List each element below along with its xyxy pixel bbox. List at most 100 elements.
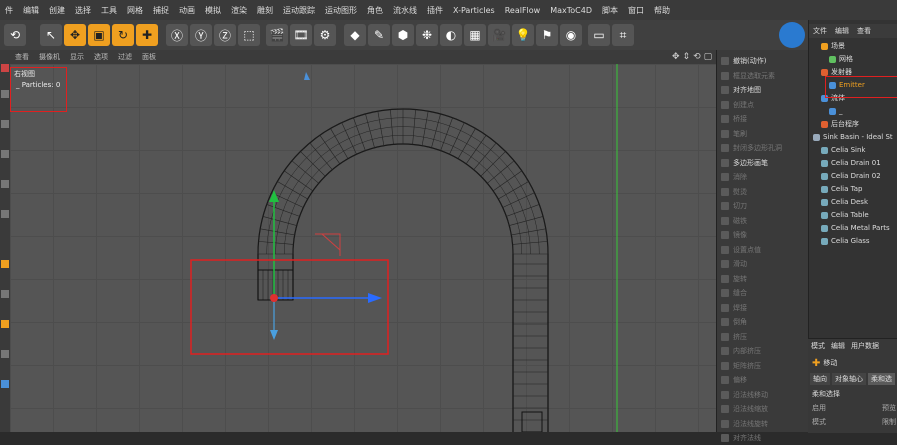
menu-item[interactable]: 创建 xyxy=(44,5,70,16)
menu-item[interactable]: 编辑 xyxy=(18,5,44,16)
menu-item[interactable]: 脚本 xyxy=(597,5,623,16)
object-list-item[interactable]: Celia Metal Parts xyxy=(821,222,890,234)
xp-system-icon[interactable]: ◉ xyxy=(560,24,582,46)
object-list-item[interactable]: Celia Glass xyxy=(821,235,870,247)
attribute-tab[interactable]: 轴向 xyxy=(810,373,830,385)
menu-item[interactable]: 插件 xyxy=(422,5,448,16)
command-item[interactable]: 焊接 xyxy=(721,301,747,315)
snap-icon[interactable] xyxy=(1,260,9,268)
object-menu-item[interactable]: 编辑 xyxy=(831,26,853,36)
command-item[interactable]: 框显选取元素 xyxy=(721,69,775,83)
command-item[interactable]: 沿法线移动 xyxy=(721,388,768,402)
coordinate-system-icon[interactable]: ⬚ xyxy=(238,24,260,46)
menu-item[interactable]: 选择 xyxy=(70,5,96,16)
attribute-field[interactable]: 模式 限制 xyxy=(812,417,896,429)
command-item[interactable]: 滑动 xyxy=(721,257,747,271)
edge-mode-icon[interactable] xyxy=(1,180,9,188)
object-list-item[interactable]: _ xyxy=(829,105,843,117)
menu-item[interactable]: 工具 xyxy=(96,5,122,16)
orbit-icon[interactable]: ⟲ xyxy=(693,52,701,62)
render-picture-viewer-icon[interactable]: 🎞 xyxy=(290,24,312,46)
array-icon[interactable]: ❉ xyxy=(416,24,438,46)
light-icon[interactable]: 💡 xyxy=(512,24,534,46)
object-menu-item[interactable]: 查看 xyxy=(853,26,875,36)
attribute-tab[interactable]: 对象轴心 xyxy=(832,373,866,385)
add-tool-icon[interactable]: ✚ xyxy=(136,24,158,46)
emitter-gizmo[interactable] xyxy=(315,233,341,256)
viewport-menu-item[interactable]: 查看 xyxy=(10,52,34,62)
command-item[interactable]: 消除 xyxy=(721,170,747,184)
model-mode-icon[interactable] xyxy=(1,90,9,98)
menu-item[interactable]: 渲染 xyxy=(226,5,252,16)
command-item[interactable]: 偏移 xyxy=(721,373,747,387)
command-item[interactable]: 对齐法线 xyxy=(721,431,761,445)
attribute-field-value[interactable]: 预览 xyxy=(882,403,896,415)
select-arrow-icon[interactable]: ↖ xyxy=(40,24,62,46)
dolly-icon[interactable]: ⇕ xyxy=(683,52,691,62)
command-item[interactable]: 设置点值 xyxy=(721,243,761,257)
floor-icon[interactable]: ▦ xyxy=(464,24,486,46)
make-editable-icon[interactable] xyxy=(1,64,9,72)
viewport-menu-item[interactable]: 选项 xyxy=(89,52,113,62)
menu-item[interactable]: 模拟 xyxy=(200,5,226,16)
texture-mode-icon[interactable] xyxy=(1,120,9,128)
move-tool-icon[interactable]: ✥ xyxy=(64,24,86,46)
rotate-tool-icon[interactable]: ↻ xyxy=(112,24,134,46)
command-item[interactable]: 倒角 xyxy=(721,315,747,329)
menu-item[interactable]: 角色 xyxy=(362,5,388,16)
object-list-item[interactable]: Celia Table xyxy=(821,209,869,221)
y-axis-lock-icon[interactable]: Ⓨ xyxy=(190,24,212,46)
attribute-tab[interactable]: 柔和选 xyxy=(868,373,895,385)
viewport-menu-item[interactable]: 摄像机 xyxy=(34,52,65,62)
menu-item[interactable]: 窗口 xyxy=(623,5,649,16)
sculpt-icon[interactable] xyxy=(1,380,9,388)
pen-spline-icon[interactable]: ✎ xyxy=(368,24,390,46)
object-list-item[interactable]: Celia Desk xyxy=(821,196,868,208)
layer-icon[interactable]: ▭ xyxy=(588,24,610,46)
attribute-menu-item[interactable]: 用户数据 xyxy=(848,341,882,353)
point-mode-icon[interactable] xyxy=(1,150,9,158)
render-settings-icon[interactable]: ⚙ xyxy=(314,24,336,46)
menu-item[interactable]: 网格 xyxy=(122,5,148,16)
command-item[interactable]: 多边形画笔 xyxy=(721,156,768,170)
command-item[interactable]: 封闭多边形孔洞 xyxy=(721,141,782,155)
object-menu-item[interactable]: 文件 xyxy=(809,26,831,36)
command-item[interactable]: 笔刷 xyxy=(721,127,747,141)
workplane-icon[interactable] xyxy=(1,290,9,298)
object-list-item[interactable]: 场景 xyxy=(821,40,845,52)
command-item[interactable]: 切刀 xyxy=(721,199,747,213)
command-item[interactable]: 撤销(动作) xyxy=(721,54,766,68)
x-axis-arrow[interactable] xyxy=(270,330,278,340)
command-item[interactable]: 桥接 xyxy=(721,112,747,126)
object-list-item[interactable]: Sink Basin - Ideal St xyxy=(813,131,893,143)
attribute-field-value[interactable]: 限制 xyxy=(882,417,896,429)
polygon-mode-icon[interactable] xyxy=(1,210,9,218)
viewport-menu-item[interactable]: 过滤 xyxy=(113,52,137,62)
command-item[interactable]: 挤压 xyxy=(721,330,747,344)
menu-item[interactable]: 流水线 xyxy=(388,5,422,16)
command-item[interactable]: 熨烫 xyxy=(721,185,747,199)
command-item[interactable]: 内部挤压 xyxy=(721,344,761,358)
command-item[interactable]: 镜像 xyxy=(721,228,747,242)
z-axis-lock-icon[interactable]: Ⓩ xyxy=(214,24,236,46)
object-list-item[interactable]: 网格 xyxy=(829,53,853,65)
menu-item[interactable]: 捕捉 xyxy=(148,5,174,16)
command-item[interactable]: 对齐地图 xyxy=(721,83,761,97)
undo-icon[interactable]: ⟲ xyxy=(4,24,26,46)
menu-item[interactable]: RealFlow xyxy=(500,6,546,15)
deformer-icon[interactable]: ◐ xyxy=(440,24,462,46)
command-item[interactable]: 沿法线缩放 xyxy=(721,402,768,416)
attribute-menu-item[interactable]: 编辑 xyxy=(828,341,848,353)
object-list-item[interactable]: Celia Drain 01 xyxy=(821,157,881,169)
command-item[interactable]: 旋转 xyxy=(721,272,747,286)
layout-globe-icon[interactable] xyxy=(779,22,805,48)
menu-item[interactable]: 运动跟踪 xyxy=(278,5,320,16)
object-list-item[interactable]: Celia Drain 02 xyxy=(821,170,881,182)
script-icon[interactable]: ⌗ xyxy=(612,24,634,46)
object-list-item[interactable]: Celia Sink xyxy=(821,144,865,156)
viewport-right-view[interactable]: 右视图 _ Particles: 0 xyxy=(10,64,716,432)
tweak-mode-icon[interactable] xyxy=(1,350,9,358)
gizmo-center[interactable] xyxy=(270,294,278,302)
attribute-menu-item[interactable]: 模式 xyxy=(808,341,828,353)
attribute-field[interactable]: 启用 预览 xyxy=(812,403,896,415)
